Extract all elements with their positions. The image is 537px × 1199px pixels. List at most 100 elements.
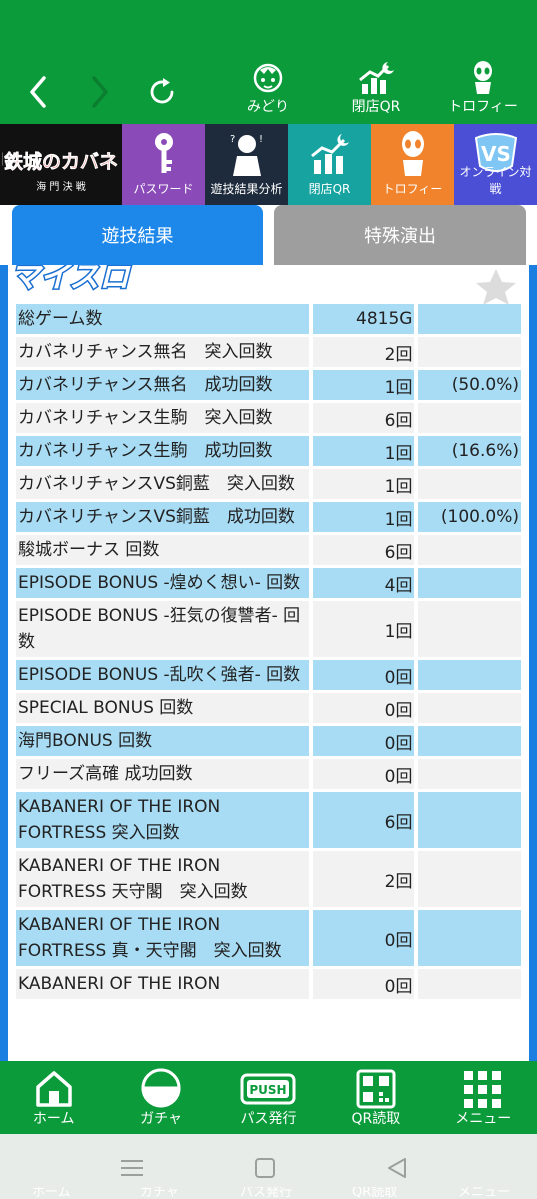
row-rate: [418, 726, 521, 756]
row-rate: [418, 792, 521, 848]
row-value: 0回: [313, 910, 415, 966]
bottom-app-bar: ホーム ガチャ PUSH パス発行 QR読取 メニュー: [0, 1061, 537, 1134]
banner-analysis-label: 遊技結果分析: [210, 182, 283, 196]
row-rate: [418, 304, 521, 334]
svg-text:!: !: [259, 134, 263, 145]
nav-midori-label: みどり: [247, 99, 289, 115]
row-label: SPECIAL BONUS 回数: [16, 693, 310, 723]
banner-online-battle-label: オンライン対戦: [459, 165, 532, 196]
table-row: 駿城ボーナス 回数 6回: [16, 535, 521, 565]
nav-closing-qr[interactable]: 閉店QR: [336, 56, 416, 120]
banner-analysis[interactable]: ?! 遊技結果分析: [205, 124, 288, 205]
table-row: EPISODE BONUS -乱吹く強者- 回数 0回: [16, 660, 521, 690]
table-row: カバネリチャンスVS銅藍 突入回数 1回: [16, 469, 521, 499]
svg-text:?: ?: [230, 134, 235, 145]
alien-trophy-icon: [474, 61, 492, 94]
table-row: EPISODE BONUS -狂気の復讐者- 回数 1回: [16, 601, 521, 657]
table-row: 海門BONUS 回数 0回: [16, 726, 521, 756]
row-rate: [418, 535, 521, 565]
nav-trophy[interactable]: トロフィー: [443, 56, 523, 120]
row-rate: [418, 759, 521, 789]
row-label: KABANERI OF THE IRON FORTRESS 真・天守閣 突入回数: [16, 910, 310, 966]
banner-password-label: パスワード: [133, 182, 194, 196]
results-scroll-area[interactable]: マイスロ 総ゲーム数 4815G カバネリチャンス無名 突入回数 2回 カバネリチャンス…: [8, 265, 529, 1061]
bottom-qr-read[interactable]: QR読取: [322, 1061, 429, 1134]
row-value: 0回: [313, 693, 415, 723]
row-value: 2回: [313, 851, 415, 907]
logo-title: 甲鉄城のカバネリ: [2, 150, 120, 173]
tab-special-effects[interactable]: 特殊演出: [274, 205, 526, 265]
row-value: 1回: [313, 601, 415, 657]
results-panel: マイスロ 総ゲーム数 4815G カバネリチャンス無名 突入回数 2回 カバネリチャンス…: [0, 265, 537, 1061]
bottom-menu-label: メニュー: [455, 1111, 512, 1127]
ghost-label: パス発行: [240, 1187, 293, 1199]
analyst-icon: ?!: [230, 134, 263, 176]
row-label: カバネリチャンス無名 突入回数: [16, 337, 310, 367]
table-row: KABANERI OF THE IRON FORTRESS 突入回数 6回: [16, 792, 521, 848]
row-label: カバネリチャンスVS銅藍 突入回数: [16, 469, 310, 499]
tab-bar: 遊技結果 特殊演出: [0, 205, 537, 267]
table-row: カバネリチャンス生駒 成功回数 1回 (16.6%): [16, 436, 521, 466]
bottom-gacha[interactable]: ガチャ: [107, 1061, 214, 1134]
game-logo-banner[interactable]: 甲鉄城のカバネリ 海 門 決 戦: [0, 124, 122, 205]
menu-lines-icon[interactable]: [117, 1156, 147, 1180]
row-value: 6回: [313, 792, 415, 848]
android-nav-bar: ホーム ガチャ パス発行 QR読取 メニュー: [0, 1134, 537, 1199]
banner-closing-qr[interactable]: 閉店QR: [288, 124, 371, 205]
nav-closing-qr-label: 閉店QR: [351, 99, 401, 115]
key-icon: [154, 133, 173, 173]
row-value: 0回: [313, 759, 415, 789]
row-value: 1回: [313, 502, 415, 532]
row-value: 4回: [313, 568, 415, 598]
table-row: EPISODE BONUS -煌めく想い- 回数 4回: [16, 568, 521, 598]
sysnav-ghost-labels: ホーム ガチャ パス発行 QR読取 メニュー: [0, 1187, 537, 1199]
brand-logo-text: マイスロ: [10, 265, 131, 295]
grid-menu-icon: [464, 1071, 502, 1108]
results-table: 総ゲーム数 4815G カバネリチャンス無名 突入回数 2回 カバネリチャンス無名 成功…: [16, 301, 521, 1002]
row-label: KABANERI OF THE IRON FORTRESS 突入回数: [16, 792, 310, 848]
reload-icon[interactable]: [146, 72, 180, 112]
row-label: カバネリチャンス生駒 突入回数: [16, 403, 310, 433]
square-icon[interactable]: [253, 1156, 277, 1180]
banner-trophy[interactable]: トロフィー: [371, 124, 454, 205]
nav-midori[interactable]: みどり: [228, 56, 308, 120]
triangle-back-icon[interactable]: [385, 1156, 409, 1180]
row-value: 6回: [313, 535, 415, 565]
row-rate: (16.6%): [418, 436, 521, 466]
banner-closing-qr-label: 閉店QR: [308, 182, 351, 196]
row-rate: (100.0%): [418, 502, 521, 532]
row-label: カバネリチャンス生駒 成功回数: [16, 436, 310, 466]
table-row: SPECIAL BONUS 回数 0回: [16, 693, 521, 723]
row-label: EPISODE BONUS -乱吹く強者- 回数: [16, 660, 310, 690]
row-label: 総ゲーム数: [16, 304, 310, 334]
row-value: 1回: [313, 370, 415, 400]
row-value: 0回: [313, 969, 415, 999]
chevron-left-icon[interactable]: [24, 72, 54, 112]
table-row: カバネリチャンス無名 成功回数 1回 (50.0%): [16, 370, 521, 400]
table-row: KABANERI OF THE IRON FORTRESS 真・天守閣 突入回数…: [16, 910, 521, 966]
top-nav-bar: みどり 閉店QR トロフィー: [0, 0, 537, 124]
row-label: KABANERI OF THE IRON FORTRESS 天守閣 突入回数: [16, 851, 310, 907]
ghost-label: QR読取: [352, 1187, 398, 1199]
bottom-home[interactable]: ホーム: [0, 1061, 107, 1134]
chart-moon-icon: [359, 62, 394, 94]
table-row: 総ゲーム数 4815G: [16, 304, 521, 334]
ghost-label: ホーム: [32, 1187, 71, 1199]
row-rate: [418, 469, 521, 499]
banner-online-battle[interactable]: VS オンライン対戦: [454, 124, 537, 205]
banner-password[interactable]: パスワード: [122, 124, 205, 205]
row-value: 2回: [313, 337, 415, 367]
bottom-pass-issue[interactable]: PUSH パス発行: [215, 1061, 322, 1134]
chevron-right-icon[interactable]: [86, 72, 116, 112]
row-rate: [418, 693, 521, 723]
row-label: 海門BONUS 回数: [16, 726, 310, 756]
tab-play-results[interactable]: 遊技結果: [12, 205, 263, 265]
row-rate: [418, 403, 521, 433]
row-label: EPISODE BONUS -煌めく想い- 回数: [16, 568, 310, 598]
table-row: KABANERI OF THE IRON FORTRESS 天守閣 突入回数 2回: [16, 851, 521, 907]
banner-trophy-label: トロフィー: [382, 182, 443, 196]
table-row: カバネリチャンス生駒 突入回数 6回: [16, 403, 521, 433]
row-label: KABANERI OF THE IRON: [16, 969, 310, 999]
row-value: 0回: [313, 726, 415, 756]
bottom-menu[interactable]: メニュー: [430, 1061, 537, 1134]
